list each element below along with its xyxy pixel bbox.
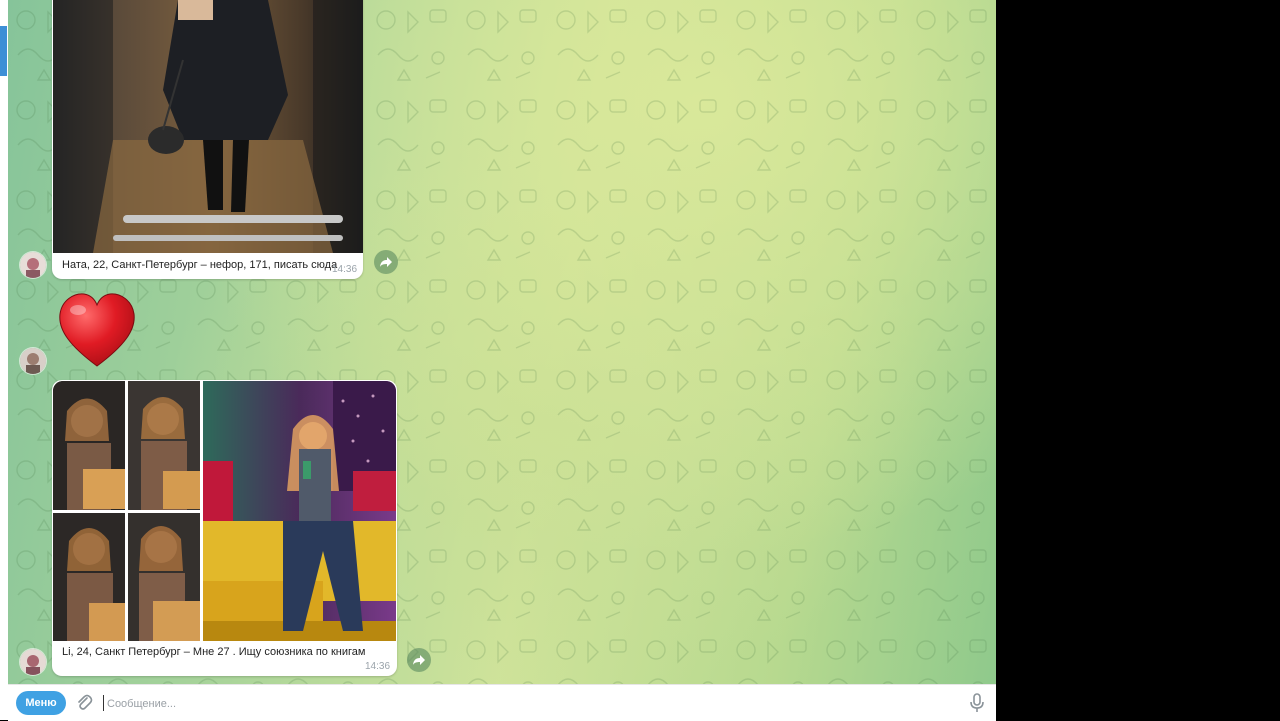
forward-arrow-icon — [413, 655, 425, 665]
album-photo-sofa[interactable] — [203, 381, 396, 641]
paperclip-icon[interactable] — [74, 693, 94, 713]
message-1-time: 14:36 — [332, 264, 358, 275]
message-input[interactable] — [105, 691, 949, 717]
forward-button-1[interactable] — [374, 250, 398, 274]
chat-area[interactable]: Ната, 22, Санкт-Петербург – нефор, 171, … — [8, 0, 996, 684]
sender-avatar-1[interactable] — [20, 252, 46, 278]
message-input-bar: Меню — [8, 684, 996, 721]
message-3-time: 14:36 — [365, 661, 391, 672]
heart-sticker[interactable] — [56, 290, 138, 372]
forward-button-3[interactable] — [407, 648, 431, 672]
window-left-edge — [0, 0, 8, 720]
message-3-caption: Li, 24, Санкт Петербург – Мне 27 . Ищу с… — [62, 646, 366, 658]
text-caret — [103, 695, 104, 711]
sender-avatar-3[interactable] — [20, 649, 46, 675]
menu-button[interactable]: Меню — [16, 691, 66, 715]
sidebar-accent-bar — [0, 26, 7, 76]
album-photo-collage[interactable] — [53, 381, 200, 641]
elevator-selfie-photo[interactable] — [53, 0, 363, 253]
message-1-caption: Ната, 22, Санкт-Петербург – нефор, 171, … — [62, 259, 338, 271]
sender-avatar-2[interactable] — [20, 348, 46, 374]
microphone-icon[interactable] — [968, 693, 986, 713]
forward-arrow-icon — [380, 257, 392, 267]
